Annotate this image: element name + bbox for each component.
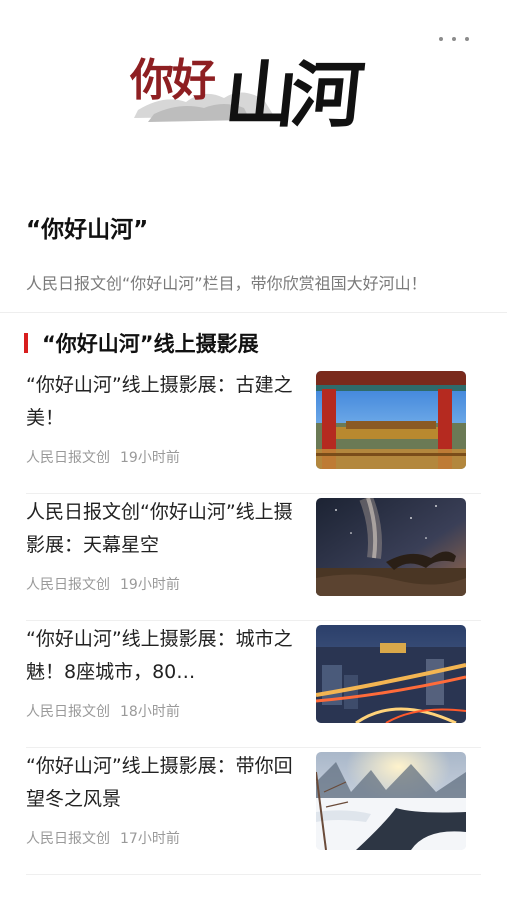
palace-gate-thumbnail[interactable] xyxy=(316,371,466,469)
snow-river-thumbnail[interactable] xyxy=(316,752,466,850)
article-source: 人民日报文创 xyxy=(26,577,110,593)
divider xyxy=(0,312,507,313)
article-title[interactable]: “你好山河”线上摄影展：古建之美！ xyxy=(26,369,302,435)
logo: 你好 山河 xyxy=(124,36,394,137)
section-header: “你好山河”线上摄影展 xyxy=(24,329,507,357)
banner: 你好 山河 xyxy=(0,0,507,200)
article-meta: 人民日报文创 18小时前 xyxy=(26,701,180,721)
intro-description: 人民日报文创“你好山河”栏目，带你欣赏祖国大好河山！ xyxy=(26,274,427,293)
article-item[interactable]: “你好山河”线上摄影展：带你回望冬之风景 人民日报文创 17小时前 xyxy=(26,748,481,875)
intro-title: “你好山河” xyxy=(26,217,149,243)
logo-text-black: 山河 xyxy=(220,52,362,137)
section-title: “你好山河”线上摄影展 xyxy=(42,332,259,356)
article-time: 18小时前 xyxy=(120,704,180,720)
article-time: 19小时前 xyxy=(120,577,180,593)
article-item[interactable]: “你好山河”线上摄影展：城市之魅！8座城市，80… 人民日报文创 18小时前 xyxy=(26,621,481,748)
logo-text-red: 你好 xyxy=(130,55,216,106)
article-source: 人民日报文创 xyxy=(26,450,110,466)
more-horizontal-icon[interactable] xyxy=(439,33,469,45)
article-title[interactable]: 人民日报文创“你好山河”线上摄影展：天幕星空 xyxy=(26,496,302,562)
article-source: 人民日报文创 xyxy=(26,831,110,847)
milky-way-thumbnail[interactable] xyxy=(316,498,466,596)
article-time: 17小时前 xyxy=(120,831,180,847)
page: 你好 山河 “你好山河” 人民日报文创“你好山河”栏目，带你欣赏祖国大好河山！ … xyxy=(0,0,507,900)
article-list: “你好山河”线上摄影展：古建之美！ 人民日报文创 19小时前 人民日报文创“你好… xyxy=(0,367,507,875)
intro: “你好山河” 人民日报文创“你好山河”栏目，带你欣赏祖国大好河山！ xyxy=(0,214,507,298)
article-item[interactable]: 人民日报文创“你好山河”线上摄影展：天幕星空 人民日报文创 19小时前 xyxy=(26,494,481,621)
city-night-thumbnail[interactable] xyxy=(316,625,466,723)
article-meta: 人民日报文创 19小时前 xyxy=(26,447,180,467)
section-accent-bar xyxy=(24,333,28,353)
article-title[interactable]: “你好山河”线上摄影展：城市之魅！8座城市，80… xyxy=(26,623,302,689)
article-meta: 人民日报文创 19小时前 xyxy=(26,574,180,594)
article-title[interactable]: “你好山河”线上摄影展：带你回望冬之风景 xyxy=(26,750,302,816)
article-time: 19小时前 xyxy=(120,450,180,466)
article-item[interactable]: “你好山河”线上摄影展：古建之美！ 人民日报文创 19小时前 xyxy=(26,367,481,494)
article-meta: 人民日报文创 17小时前 xyxy=(26,828,180,848)
article-source: 人民日报文创 xyxy=(26,704,110,720)
